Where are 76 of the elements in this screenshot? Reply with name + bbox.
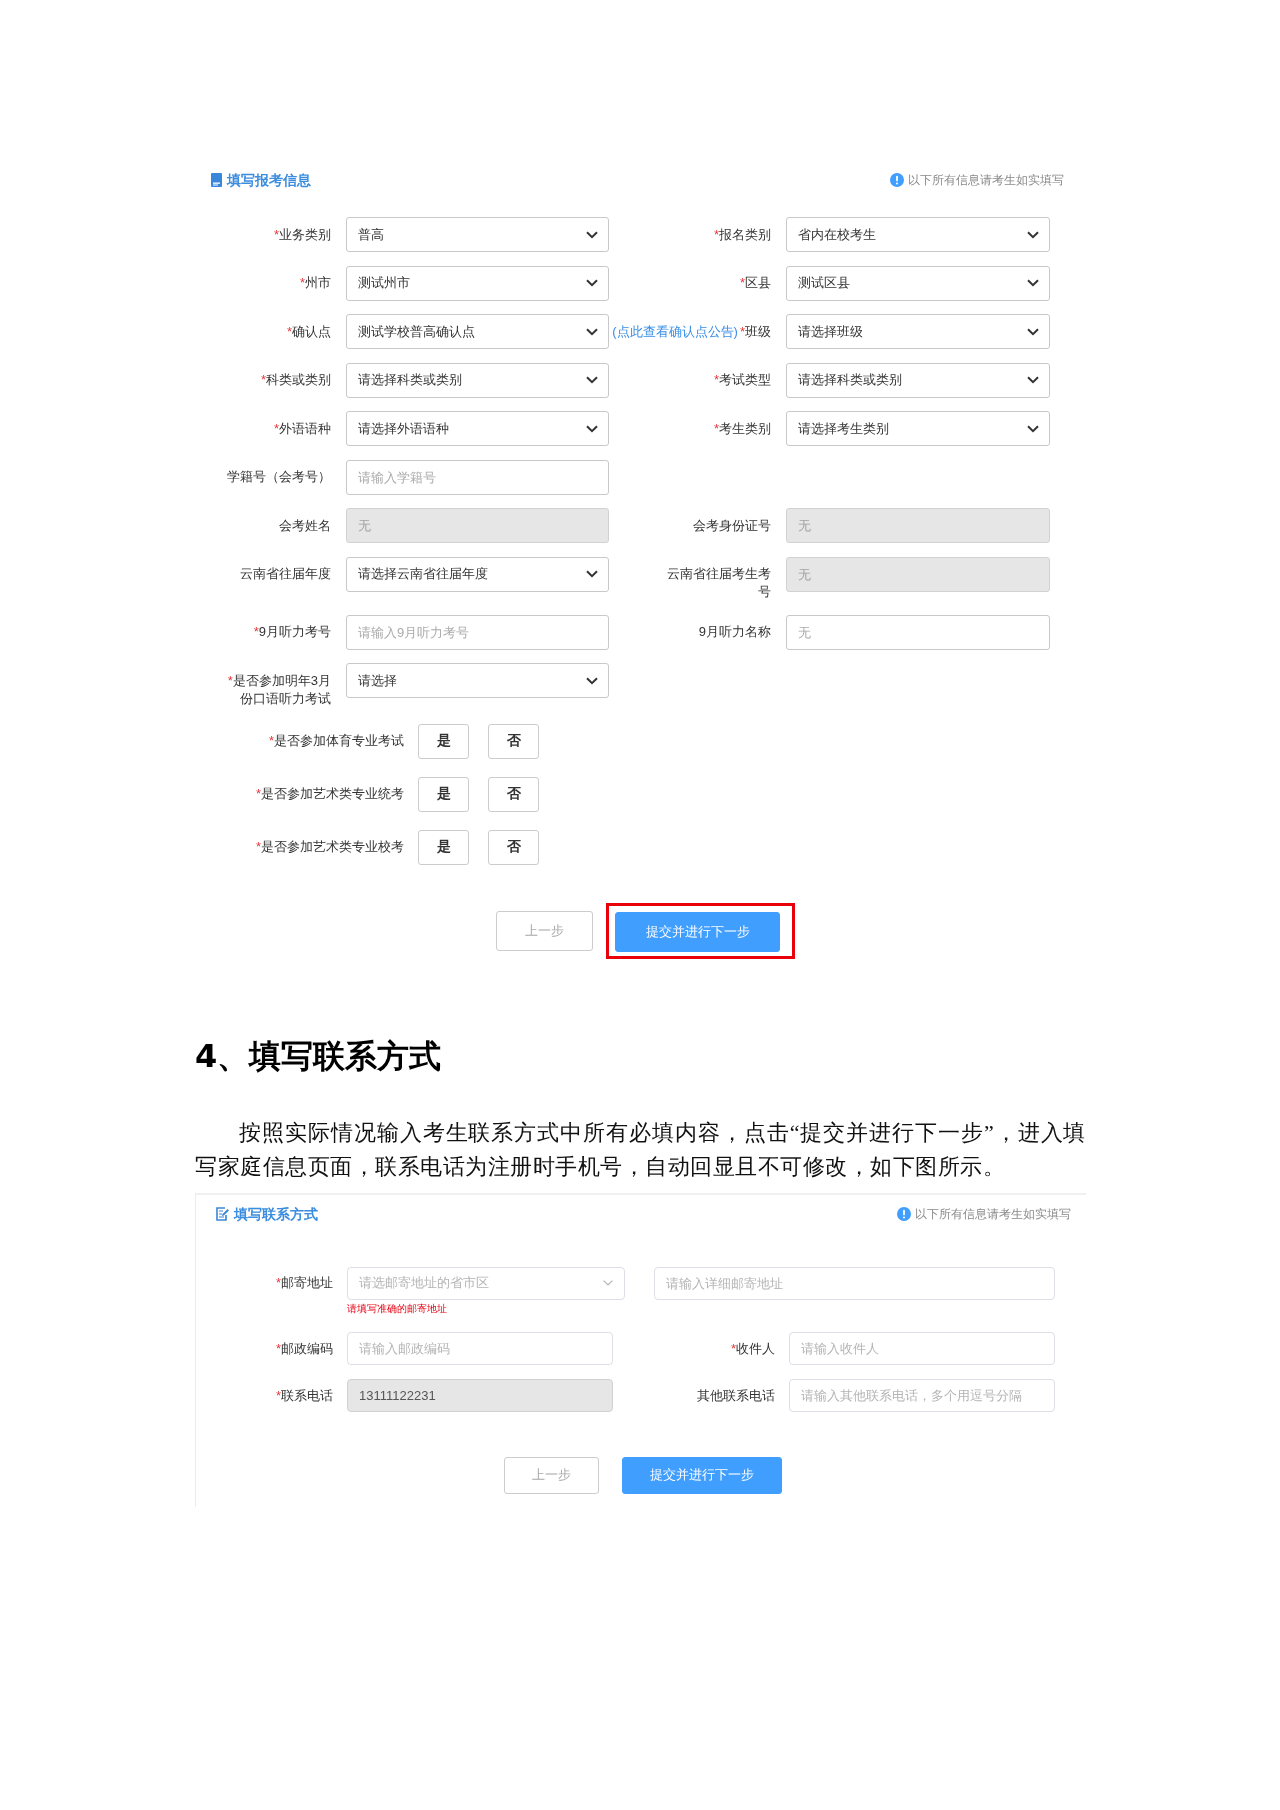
text-field[interactable]: 请输入详细邮寄地址 <box>654 1266 1055 1300</box>
announcement-link[interactable]: (点此查看确认点公告) <box>612 322 738 341</box>
info-icon <box>890 173 904 187</box>
text-field[interactable]: 请输入学籍号 <box>346 459 609 495</box>
dropdown-field[interactable]: 测试区县 <box>786 265 1050 301</box>
field-label: 会考身份证号 <box>693 516 771 535</box>
field-label: *外语语种 <box>273 420 331 436</box>
field-label: *联系电话 <box>275 1387 333 1403</box>
field-label: 9月听力名称 <box>698 623 771 641</box>
field-label: *是否参加艺术类专业统考 <box>255 786 404 801</box>
text-field[interactable]: 请输入邮政编码 <box>347 1332 613 1365</box>
dropdown-field[interactable]: 请选择 <box>346 663 609 698</box>
dropdown-field[interactable]: 请选择外语语种 <box>346 411 609 446</box>
field-label: *是否参加体育专业考试 <box>268 733 404 748</box>
dropdown-field[interactable]: 测试学校普高确认点 <box>346 314 609 349</box>
field-label: 云南省往届年度 <box>240 566 331 581</box>
field-label: *收件人 <box>730 1339 775 1358</box>
dropdown-field[interactable]: 省内在校考生 <box>786 217 1050 252</box>
info-icon <box>897 1206 911 1221</box>
field-label: *是否参加明年3月份口语听力考试 <box>227 672 331 706</box>
notice-text: 以下所有信息请考生如实填写 <box>908 172 1064 189</box>
option-button[interactable]: 是 <box>418 776 469 812</box>
dropdown-field[interactable]: 测试州市 <box>346 265 609 301</box>
field-label: 其他联系电话 <box>697 1386 775 1405</box>
chevron-down-icon <box>586 376 598 384</box>
section-title: 填写联系方式 <box>234 1204 318 1224</box>
chevron-down-icon <box>586 230 598 239</box>
text-field[interactable]: 请输入其他联系电话，多个用逗号分隔 <box>789 1379 1055 1412</box>
option-button[interactable]: 否 <box>488 776 539 812</box>
instruction-paragraph: 按照实际情况输入考生联系方式中所有必填内容，点击“提交并进行下一步”，进入填写家庭信息页面，联系电话为注册时手机号，自动回显且不可修改，如下图所示。 <box>195 1118 1086 1181</box>
option-button[interactable]: 是 <box>418 829 469 865</box>
chevron-down-icon <box>1027 279 1039 287</box>
field-label: *9月听力考号 <box>253 624 331 639</box>
chevron-down-icon <box>586 676 598 685</box>
section-heading: 4、填写联系方式 <box>195 1035 443 1076</box>
chevron-down-icon <box>586 424 598 433</box>
error-message: 请填写准确的邮寄地址 <box>347 1302 447 1315</box>
field-label: *科类或类别 <box>260 372 331 387</box>
chevron-down-icon <box>586 570 598 578</box>
dropdown-field[interactable]: 请选择考生类别 <box>786 411 1050 446</box>
dropdown-field[interactable]: 请选择科类或类别 <box>346 362 609 398</box>
field-label: *考生类别 <box>713 419 771 438</box>
option-button[interactable]: 否 <box>488 723 539 759</box>
field-label: *区县 <box>739 274 771 292</box>
field-label: *业务类别 <box>273 226 331 242</box>
text-field[interactable]: 请输入9月听力考号 <box>346 614 609 650</box>
dropdown-field[interactable]: 请选择班级 <box>786 314 1050 349</box>
field-label: *是否参加艺术类专业校考 <box>255 839 404 854</box>
text-field[interactable]: 无 <box>786 614 1050 650</box>
chevron-down-icon <box>603 1280 613 1286</box>
chevron-down-icon <box>1027 327 1039 336</box>
field-label: *确认点 <box>286 323 331 339</box>
field-label: *考试类型 <box>713 371 771 389</box>
dropdown-field[interactable]: 请选择科类或类别 <box>786 362 1050 398</box>
text-field[interactable]: 请输入收件人 <box>789 1332 1055 1365</box>
chevron-down-icon <box>1027 230 1039 239</box>
field-label: *邮寄地址 <box>275 1275 333 1290</box>
option-button[interactable]: 是 <box>418 723 469 759</box>
field-label: 云南省往届考生考号 <box>666 565 771 601</box>
field-label: 会考姓名 <box>279 517 331 533</box>
document-icon <box>211 173 222 187</box>
notice-text: 以下所有信息请考生如实填写 <box>915 1205 1071 1223</box>
edit-icon <box>216 1206 229 1221</box>
field-label: 学籍号（会考号） <box>227 469 331 484</box>
chevron-down-icon <box>1027 376 1039 384</box>
field-label: *邮政编码 <box>275 1340 333 1356</box>
section-title: 填写报考信息 <box>227 171 311 190</box>
chevron-down-icon <box>1027 424 1039 433</box>
chevron-down-icon <box>586 279 598 287</box>
chevron-down-icon <box>586 327 598 336</box>
field-label: *州市 <box>299 275 331 290</box>
dropdown-field[interactable]: 请选择云南省往届年度 <box>346 556 609 592</box>
option-button[interactable]: 否 <box>488 829 539 865</box>
dropdown-field[interactable]: 普高 <box>346 217 609 252</box>
field-label: *报名类别 <box>713 225 771 244</box>
field-label: *班级 <box>739 322 771 341</box>
